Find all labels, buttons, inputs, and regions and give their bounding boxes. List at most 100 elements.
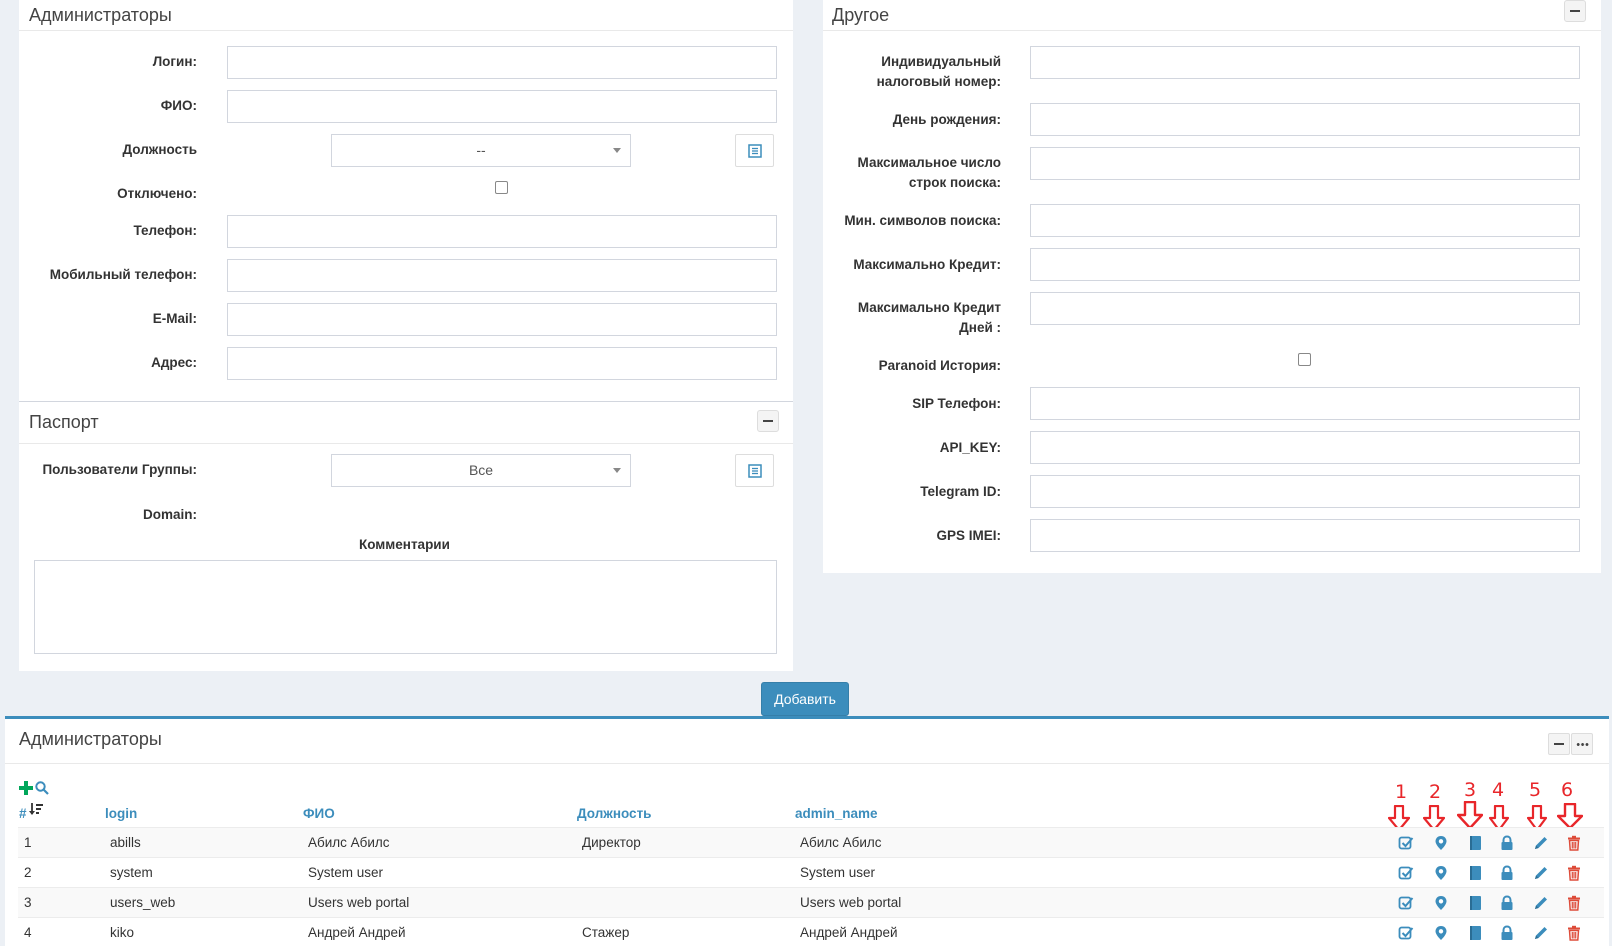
- sort-icon[interactable]: [29, 802, 43, 816]
- trash-icon[interactable]: [1566, 895, 1582, 911]
- search-icon[interactable]: [35, 781, 49, 795]
- column-header-fio[interactable]: ФИО: [303, 806, 335, 821]
- cell-admin-name: Users web portal: [800, 895, 902, 910]
- cell-login: users_web: [110, 895, 176, 910]
- check-square-icon[interactable]: [1398, 925, 1414, 941]
- minus-icon: [1554, 743, 1564, 745]
- other-collapse-button[interactable]: [1564, 0, 1586, 22]
- pencil-icon[interactable]: [1533, 865, 1549, 881]
- add-button[interactable]: Добавить: [761, 682, 849, 716]
- max-rows-label: Максимальное число строк поиска:: [857, 155, 1001, 190]
- max-credit-days-label: Максимально Кредит Дней :: [857, 300, 1001, 335]
- list-icon: [748, 464, 762, 478]
- inn-input[interactable]: [1030, 46, 1580, 79]
- trash-icon[interactable]: [1566, 865, 1582, 881]
- phone-input[interactable]: [227, 215, 777, 248]
- pencil-icon[interactable]: [1533, 895, 1549, 911]
- lock-icon[interactable]: [1499, 925, 1515, 941]
- comments-label: Комментарии: [359, 537, 450, 552]
- cell-admin-name: Абилс Абилс: [800, 835, 882, 850]
- chevron-down-icon: [613, 468, 621, 473]
- fio-input[interactable]: [227, 90, 777, 123]
- book-icon[interactable]: [1467, 895, 1483, 911]
- max-rows-input[interactable]: [1030, 147, 1580, 180]
- pencil-icon[interactable]: [1533, 925, 1549, 941]
- mobile-label: Мобильный телефон:: [49, 267, 197, 282]
- lock-icon[interactable]: [1499, 895, 1515, 911]
- cell-id: 2: [24, 865, 32, 880]
- check-square-icon[interactable]: [1398, 865, 1414, 881]
- cell-admin-name: Андрей Андрей: [800, 925, 898, 940]
- disabled-label: Отключено:: [117, 186, 197, 201]
- max-credit-input[interactable]: [1030, 248, 1580, 281]
- min-chars-input[interactable]: [1030, 204, 1580, 237]
- paranoid-checkbox[interactable]: [1298, 353, 1311, 366]
- table-more-button[interactable]: [1571, 733, 1593, 755]
- cell-fio: Абилс Абилс: [308, 835, 390, 850]
- map-marker-icon[interactable]: [1433, 865, 1449, 881]
- telegram-input[interactable]: [1030, 475, 1580, 508]
- address-label: Адрес:: [151, 355, 197, 370]
- column-header-admin-name[interactable]: admin_name: [795, 806, 878, 821]
- admins-table-box: Администраторы # login ФИО Должность adm…: [5, 716, 1609, 946]
- admin-form-title: Администраторы: [29, 5, 172, 25]
- gps-input[interactable]: [1030, 519, 1580, 552]
- api-key-label: API_KEY:: [939, 440, 1001, 455]
- map-marker-icon[interactable]: [1433, 835, 1449, 851]
- gps-label: GPS IMEI:: [936, 528, 1001, 543]
- column-header-position[interactable]: Должность: [577, 806, 651, 821]
- annotation-1: 1: [1395, 781, 1408, 803]
- trash-icon[interactable]: [1566, 835, 1582, 851]
- list-icon: [748, 144, 762, 158]
- cell-login: kiko: [110, 925, 135, 940]
- groups-label: Пользователи Группы:: [42, 462, 197, 477]
- arrow-down-icon: [1557, 803, 1583, 829]
- plus-icon[interactable]: [19, 781, 33, 795]
- pencil-icon[interactable]: [1533, 835, 1549, 851]
- groups-list-button[interactable]: [735, 454, 774, 487]
- cell-login: abills: [110, 835, 141, 850]
- book-icon[interactable]: [1467, 865, 1483, 881]
- passport-title: Паспорт: [29, 412, 99, 432]
- other-box: Другое Индивидуальный налоговый номер: Д…: [823, 0, 1601, 573]
- domain-label: Domain:: [143, 507, 197, 522]
- position-select[interactable]: --: [331, 134, 631, 167]
- mobile-input[interactable]: [227, 259, 777, 292]
- phone-label: Телефон:: [133, 223, 197, 238]
- cell-position: Стажер: [582, 925, 630, 940]
- max-credit-days-input[interactable]: [1030, 292, 1580, 325]
- annotation-2: 2: [1429, 781, 1442, 803]
- check-square-icon[interactable]: [1398, 895, 1414, 911]
- chevron-down-icon: [613, 148, 621, 153]
- max-credit-label: Максимально Кредит:: [853, 257, 1001, 272]
- lock-icon[interactable]: [1499, 835, 1515, 851]
- trash-icon[interactable]: [1566, 925, 1582, 941]
- book-icon[interactable]: [1467, 925, 1483, 941]
- cell-fio: Users web portal: [308, 895, 410, 910]
- lock-icon[interactable]: [1499, 865, 1515, 881]
- cell-id: 1: [24, 835, 32, 850]
- cell-login: system: [110, 865, 153, 880]
- api-key-input[interactable]: [1030, 431, 1580, 464]
- disabled-checkbox[interactable]: [495, 181, 508, 194]
- sip-input[interactable]: [1030, 387, 1580, 420]
- position-list-button[interactable]: [735, 134, 774, 167]
- email-label: E-Mail:: [152, 311, 197, 326]
- map-marker-icon[interactable]: [1433, 895, 1449, 911]
- comments-textarea[interactable]: [34, 560, 777, 654]
- birthday-input[interactable]: [1030, 103, 1580, 136]
- table-collapse-button[interactable]: [1548, 733, 1570, 755]
- address-input[interactable]: [227, 347, 777, 380]
- book-icon[interactable]: [1467, 835, 1483, 851]
- fio-label: ФИО:: [160, 98, 197, 113]
- email-input[interactable]: [227, 303, 777, 336]
- passport-collapse-button[interactable]: [757, 410, 779, 432]
- check-square-icon[interactable]: [1398, 835, 1414, 851]
- cell-id: 3: [24, 895, 32, 910]
- map-marker-icon[interactable]: [1433, 925, 1449, 941]
- column-header-id[interactable]: #: [19, 806, 27, 821]
- groups-select[interactable]: Все: [331, 454, 631, 487]
- column-header-login[interactable]: login: [105, 806, 137, 821]
- position-select-value: --: [476, 142, 486, 158]
- login-input[interactable]: [227, 46, 777, 79]
